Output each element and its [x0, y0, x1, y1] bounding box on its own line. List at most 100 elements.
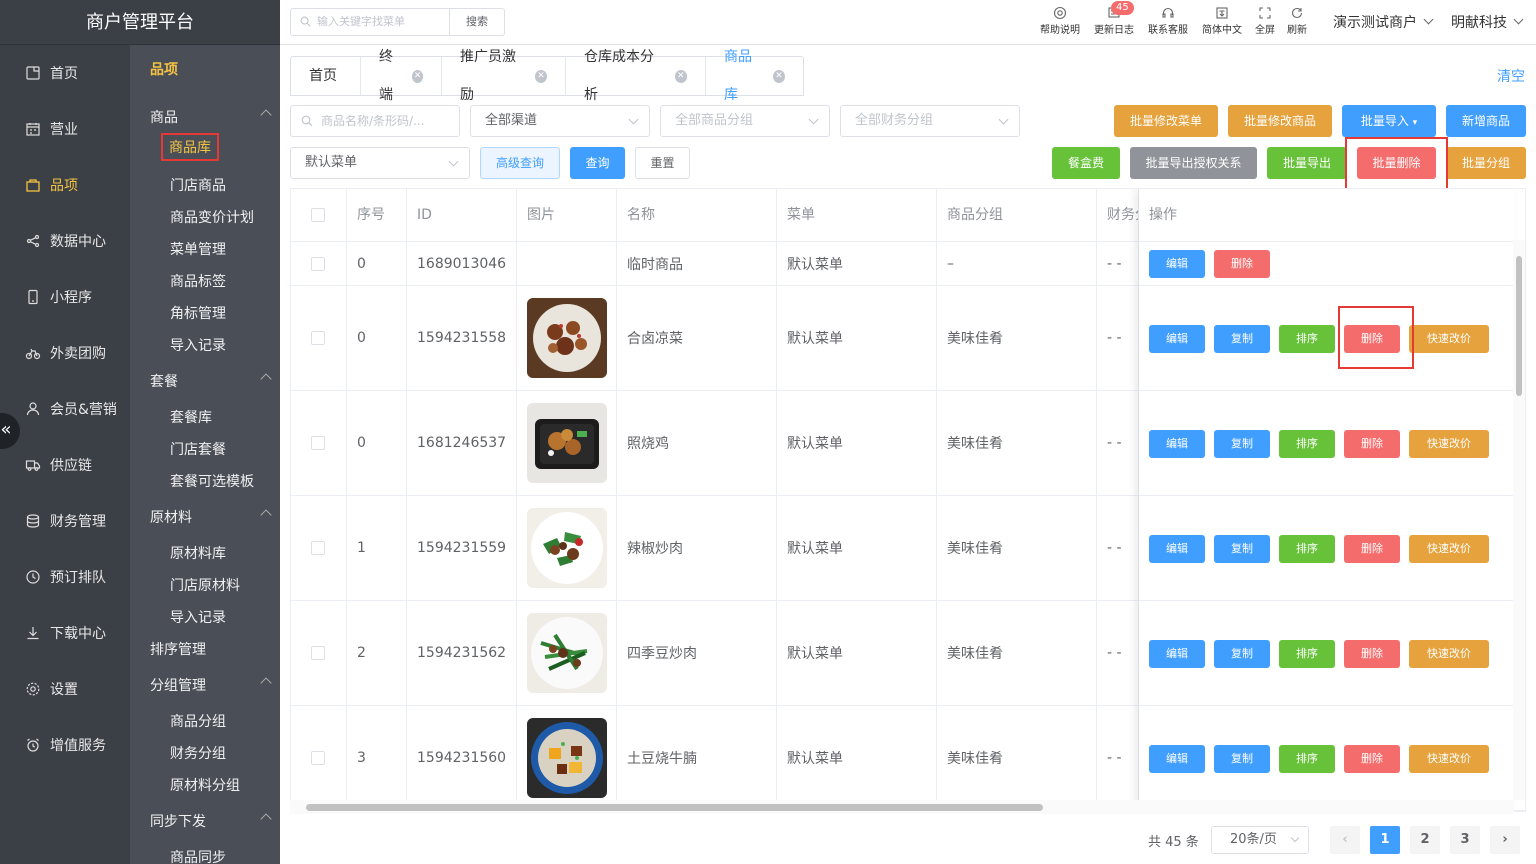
delete-button[interactable]: 删除 — [1344, 639, 1400, 668]
sidebar-item-download[interactable]: 下载中心 — [0, 605, 130, 661]
tab-home[interactable]: 首页 — [291, 57, 361, 95]
subnav-item-material-groups[interactable]: 原材料分组 — [170, 775, 240, 795]
row-checkbox[interactable] — [311, 751, 325, 765]
product-thumbnail[interactable] — [527, 508, 607, 588]
quick-price-button[interactable]: 快速改价 — [1409, 429, 1489, 458]
subnav-item-finance-groups[interactable]: 财务分组 — [170, 743, 226, 763]
batch-group-button[interactable]: 批量分组 — [1446, 147, 1526, 179]
quick-price-button[interactable]: 快速改价 — [1409, 324, 1489, 353]
sidebar-item-products[interactable]: 品项 — [0, 157, 130, 213]
subnav-item-combo-templates[interactable]: 套餐可选模板 — [170, 471, 254, 491]
edit-button[interactable]: 编辑 — [1149, 534, 1205, 563]
horizontal-scrollbar[interactable] — [290, 800, 1514, 814]
close-icon[interactable]: ✕ — [534, 69, 547, 83]
close-icon[interactable]: ✕ — [412, 69, 423, 83]
sort-button[interactable]: 排序 — [1279, 324, 1335, 353]
subnav-group-combos[interactable]: 套餐 — [150, 371, 272, 391]
menu-search-input[interactable]: 输入关键字找菜单 — [290, 8, 450, 36]
help-button[interactable]: 帮助说明 — [1035, 6, 1085, 36]
copy-button[interactable]: 复制 — [1214, 324, 1270, 353]
delete-button[interactable]: 删除 — [1344, 429, 1400, 458]
sort-button[interactable]: 排序 — [1279, 534, 1335, 563]
edit-button[interactable]: 编辑 — [1149, 744, 1205, 773]
subnav-item-import-records[interactable]: 导入记录 — [170, 335, 226, 355]
batch-export-auth-button[interactable]: 批量导出授权关系 — [1130, 147, 1257, 179]
page-button[interactable]: 2 — [1410, 826, 1440, 854]
product-thumbnail[interactable] — [527, 298, 607, 378]
vertical-scrollbar[interactable] — [1513, 240, 1525, 800]
select-all-checkbox[interactable] — [311, 208, 325, 222]
tab-product-library[interactable]: 商品库 ✕ — [706, 49, 803, 103]
batch-delete-button[interactable]: 批量删除 — [1357, 147, 1436, 179]
copy-button[interactable]: 复制 — [1214, 744, 1270, 773]
copy-button[interactable]: 复制 — [1214, 429, 1270, 458]
box-fee-button[interactable]: 餐盒费 — [1052, 147, 1120, 179]
scroll-thumb[interactable] — [1516, 256, 1522, 396]
tab-promoter[interactable]: 推广员激励 ✕ — [442, 49, 566, 103]
sidebar-item-value-added[interactable]: 增值服务 — [0, 717, 130, 773]
sidebar-item-home[interactable]: 首页 — [0, 45, 130, 101]
sort-button[interactable]: 排序 — [1279, 429, 1335, 458]
subnav-item-price-plan[interactable]: 商品变价计划 — [170, 207, 254, 227]
sidebar-item-delivery[interactable]: 外卖团购 — [0, 325, 130, 381]
edit-button[interactable]: 编辑 — [1149, 639, 1205, 668]
batch-import-button[interactable]: 批量导入 ▾ — [1342, 105, 1436, 137]
product-thumbnail[interactable] — [527, 613, 607, 693]
batch-edit-menu-button[interactable]: 批量修改菜单 — [1114, 105, 1218, 137]
row-checkbox[interactable] — [311, 331, 325, 345]
subnav-item-store-materials[interactable]: 门店原材料 — [170, 575, 240, 595]
subnav-item-menu-management[interactable]: 菜单管理 — [170, 239, 226, 259]
subnav-item-product-library[interactable]: 商品库 — [161, 133, 219, 161]
search-button[interactable]: 搜索 — [449, 8, 505, 36]
subnav-group-sorting[interactable]: 排序管理 — [150, 639, 270, 659]
tab-warehouse-cost[interactable]: 仓库成本分析 ✕ — [566, 49, 706, 103]
sidebar-item-business[interactable]: 营业 — [0, 101, 130, 157]
subnav-group-sync[interactable]: 同步下发 — [150, 811, 272, 831]
row-checkbox[interactable] — [311, 646, 325, 660]
delete-button[interactable]: 删除 — [1344, 744, 1400, 773]
row-checkbox[interactable] — [311, 436, 325, 450]
delete-button[interactable]: 删除 — [1344, 534, 1400, 563]
row-checkbox[interactable] — [311, 256, 325, 271]
sidebar-item-data-center[interactable]: 数据中心 — [0, 213, 130, 269]
quick-price-button[interactable]: 快速改价 — [1409, 534, 1489, 563]
page-button[interactable]: 3 — [1450, 826, 1480, 854]
sidebar-item-mini-program[interactable]: 小程序 — [0, 269, 130, 325]
sidebar-item-finance[interactable]: 财务管理 — [0, 493, 130, 549]
page-size-select[interactable]: 20条/页 — [1211, 826, 1309, 854]
advanced-query-button[interactable]: 高级查询 — [480, 147, 560, 179]
close-icon[interactable]: ✕ — [772, 69, 785, 83]
subnav-item-material-library[interactable]: 原材料库 — [170, 543, 226, 563]
subnav-group-materials[interactable]: 原材料 — [150, 507, 272, 527]
subnav-item-corner-marks[interactable]: 角标管理 — [170, 303, 226, 323]
row-checkbox[interactable] — [311, 541, 325, 555]
subnav-item-product-groups[interactable]: 商品分组 — [170, 711, 226, 731]
subnav-item-store-combos[interactable]: 门店套餐 — [170, 439, 226, 459]
subnav-item-combo-library[interactable]: 套餐库 — [170, 407, 212, 427]
reset-button[interactable]: 重置 — [635, 147, 690, 179]
sort-button[interactable]: 排序 — [1279, 744, 1335, 773]
scroll-thumb[interactable] — [306, 804, 1043, 811]
finance-group-select[interactable]: 全部财务分组 — [840, 105, 1020, 137]
clear-tabs-link[interactable]: 清空 — [1497, 66, 1525, 86]
subnav-group-products[interactable]: 商品 — [150, 107, 272, 127]
menu-select[interactable]: 默认菜单 — [290, 147, 470, 179]
product-thumbnail[interactable] — [527, 718, 607, 798]
sidebar-item-supply-chain[interactable]: 供应链 — [0, 437, 130, 493]
company-menu[interactable]: 明献科技 — [1451, 12, 1524, 32]
tab-terminal[interactable]: 终端 ✕ — [361, 49, 442, 103]
add-product-button[interactable]: 新增商品 — [1446, 105, 1526, 137]
edit-button[interactable]: 编辑 — [1149, 250, 1205, 278]
channel-select[interactable]: 全部渠道 — [470, 105, 650, 137]
subnav-item-material-import-records[interactable]: 导入记录 — [170, 607, 226, 627]
support-button[interactable]: 联系客服 — [1143, 6, 1193, 36]
batch-export-button[interactable]: 批量导出 — [1267, 147, 1347, 179]
subnav-item-product-tags[interactable]: 商品标签 — [170, 271, 226, 291]
product-group-select[interactable]: 全部商品分组 — [660, 105, 830, 137]
product-thumbnail[interactable] — [527, 403, 607, 483]
refresh-button[interactable]: 刷新 — [1272, 6, 1322, 36]
subnav-group-grouping[interactable]: 分组管理 — [150, 675, 272, 695]
close-icon[interactable]: ✕ — [674, 69, 687, 83]
batch-edit-product-button[interactable]: 批量修改商品 — [1228, 105, 1332, 137]
delete-button[interactable]: 删除 — [1344, 324, 1400, 353]
